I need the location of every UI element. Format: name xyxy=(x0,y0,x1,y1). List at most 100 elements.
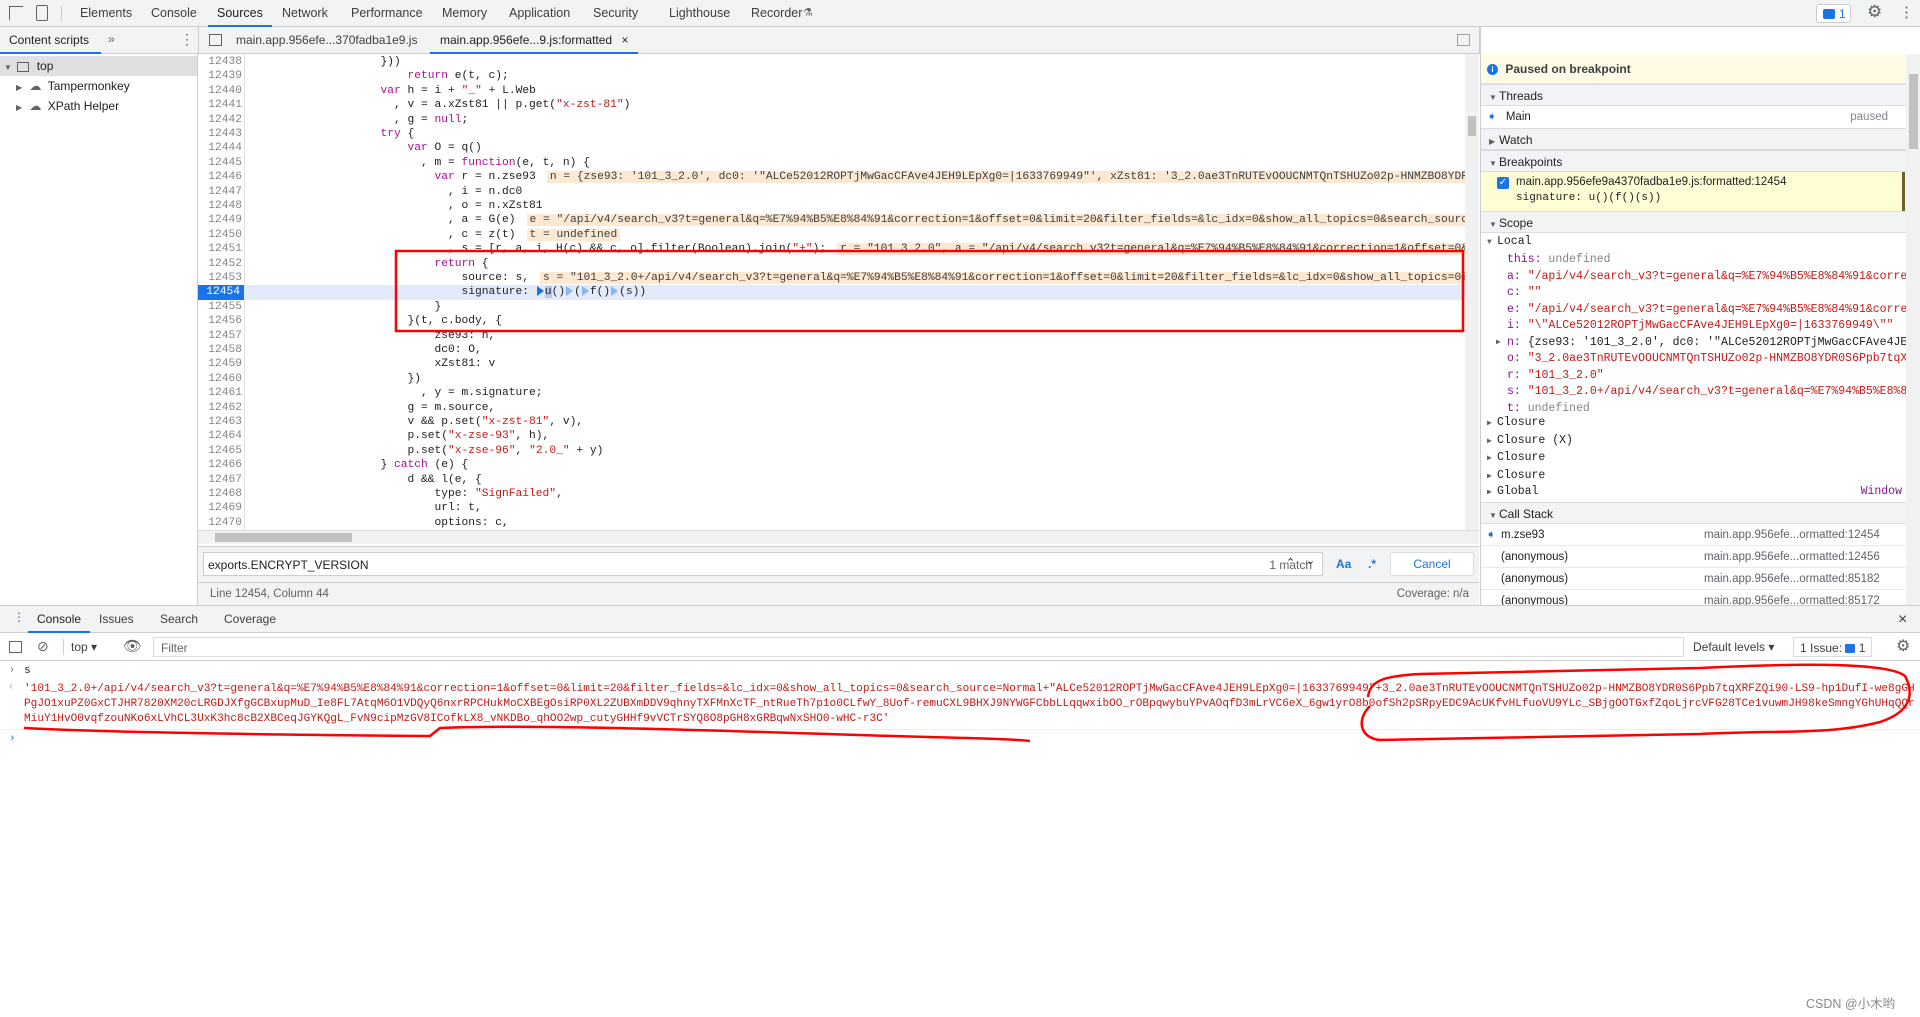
toggle-debugger-sidebar-icon[interactable] xyxy=(1457,34,1470,46)
console-output[interactable]: › s ‹ '101_3_2.0+/api/v4/search_v3?t=gen… xyxy=(0,661,1920,1017)
scrollbar-thumb[interactable] xyxy=(1468,116,1476,136)
line-number[interactable]: 12465 xyxy=(198,444,242,458)
issues-counter-button[interactable]: 1 xyxy=(1816,4,1851,23)
call-frame[interactable]: (anonymous) main.app.956efe...ormatted:85… xyxy=(1481,590,1906,605)
line-number[interactable]: 12461 xyxy=(198,386,242,400)
line-number[interactable]: 12444 xyxy=(198,141,242,155)
scope-closure[interactable]: ▶ Closure xyxy=(1481,414,1906,432)
next-match-icon[interactable]: ⌄ xyxy=(1306,554,1315,567)
thread-main[interactable]: ➧ Main paused xyxy=(1481,106,1906,128)
threads-section-header[interactable]: ▼ Threads xyxy=(1481,84,1906,106)
scope-section-header[interactable]: ▼ Scope xyxy=(1481,211,1906,233)
sidebar-scrollbar[interactable] xyxy=(1906,54,1920,605)
line-number[interactable]: 12453 xyxy=(198,271,242,285)
scope-variable[interactable]: i: "\"ALCe52012ROPTjMwGacCFAve4JEH9LEpXg… xyxy=(1481,317,1906,335)
context-selector[interactable]: top ▾ xyxy=(71,640,97,654)
inline-breakpoint-marker[interactable] xyxy=(536,286,544,297)
tab-recorder[interactable]: Recorder xyxy=(751,0,802,27)
match-case-toggle[interactable]: Aa xyxy=(1336,557,1351,571)
line-number[interactable]: 12451 xyxy=(198,242,242,256)
line-number[interactable]: 12469 xyxy=(198,501,242,515)
tab-elements[interactable]: Elements xyxy=(80,0,132,27)
line-number[interactable]: 12458 xyxy=(198,343,242,357)
tab-security[interactable]: Security xyxy=(593,0,638,27)
issues-button[interactable]: 1 Issue: 1 xyxy=(1793,637,1873,657)
scope-closure[interactable]: ▶ Closure (X) xyxy=(1481,432,1906,450)
line-number[interactable]: 12449 xyxy=(198,213,242,227)
live-expression-eye-icon[interactable]: 👁 xyxy=(123,637,142,655)
tab-memory[interactable]: Memory xyxy=(442,0,487,27)
console-prompt-icon[interactable]: › xyxy=(9,733,16,745)
tab-console[interactable]: Console xyxy=(151,0,197,27)
inline-breakpoint-marker[interactable] xyxy=(566,286,574,297)
line-number[interactable]: 12463 xyxy=(198,415,242,429)
tree-item-xpath-helper[interactable]: ▶ ☁ XPath Helper xyxy=(0,96,197,116)
frame-location[interactable]: main.app.956efe...ormatted:12454 xyxy=(1704,524,1880,545)
scope-variable[interactable]: a: "/api/v4/search_v3?t=general&q=%E7%94… xyxy=(1481,268,1906,286)
settings-gear-icon[interactable]: ⚙ xyxy=(1867,2,1882,22)
drawer-tab-search[interactable]: Search xyxy=(160,606,198,633)
scrollbar-thumb[interactable] xyxy=(1909,74,1918,149)
editor-vertical-scrollbar[interactable] xyxy=(1465,54,1479,530)
tree-item-tampermonkey[interactable]: ▶ ☁ Tampermonkey xyxy=(0,76,197,96)
line-number[interactable]: 12440 xyxy=(198,84,242,98)
tab-sources[interactable]: Sources xyxy=(208,0,272,27)
console-sidebar-toggle-icon[interactable] xyxy=(9,641,22,653)
scrollbar-thumb[interactable] xyxy=(215,533,352,542)
more-options-icon[interactable]: ⋮ xyxy=(1899,3,1914,21)
drawer-menu-icon[interactable]: ⋮ xyxy=(13,610,25,624)
drawer-tab-console[interactable]: Console xyxy=(28,606,91,633)
more-tabs-chevron-icon[interactable]: » xyxy=(108,32,115,46)
navigator-menu-icon[interactable]: ⋮ xyxy=(180,31,194,48)
scope-variable[interactable]: e: "/api/v4/search_v3?t=general&q=%E7%94… xyxy=(1481,301,1906,319)
close-tab-icon[interactable]: × xyxy=(621,33,628,47)
line-number[interactable]: 12460 xyxy=(198,372,242,386)
scope-variable[interactable]: o: "3_2.0ae3TnRUTEvOOUCNMTQnTSHUZo02p-HN… xyxy=(1481,350,1906,368)
scope-global[interactable]: ▶ Global Window xyxy=(1481,483,1906,501)
clear-console-icon[interactable]: ⊘ xyxy=(37,638,49,655)
file-tab-active[interactable]: main.app.956efe...9.js:formatted × xyxy=(430,27,639,54)
line-number[interactable]: 12446 xyxy=(198,170,242,184)
toggle-navigator-icon[interactable] xyxy=(209,34,222,46)
tab-network[interactable]: Network xyxy=(282,0,328,27)
tab-lighthouse[interactable]: Lighthouse xyxy=(669,0,730,27)
regex-toggle[interactable]: .* xyxy=(1368,557,1376,571)
scope-local[interactable]: ▼ Local xyxy=(1481,233,1906,251)
log-levels-dropdown[interactable]: Default levels ▾ xyxy=(1693,640,1774,654)
line-number[interactable]: 12457 xyxy=(198,329,242,343)
scope-closure[interactable]: ▶ Closure xyxy=(1481,449,1906,467)
file-tab[interactable]: main.app.956efe...370fadba1e9.js xyxy=(236,27,417,54)
line-number[interactable]: 12443 xyxy=(198,127,242,141)
line-number[interactable]: 12445 xyxy=(198,156,242,170)
inspect-element-icon[interactable] xyxy=(9,6,23,20)
drawer-tab-issues[interactable]: Issues xyxy=(99,606,134,633)
line-number[interactable]: 12439 xyxy=(198,69,242,83)
code-editor[interactable]: 12438 })) 12439 return e(t, c); 12440 var … xyxy=(198,54,1479,530)
editor-horizontal-scrollbar[interactable] xyxy=(198,530,1479,544)
line-number[interactable]: 12438 xyxy=(198,55,242,69)
find-input[interactable]: exports.ENCRYPT_VERSION 1 match xyxy=(203,552,1323,576)
breakpoints-section-header[interactable]: ▼ Breakpoints xyxy=(1481,150,1906,172)
previous-match-icon[interactable]: ⌃ xyxy=(1286,556,1295,569)
scope-variable[interactable]: this: undefined xyxy=(1481,251,1906,269)
line-number[interactable]: 12470 xyxy=(198,516,242,530)
line-number[interactable]: 12452 xyxy=(198,257,242,271)
line-number[interactable]: 12454 xyxy=(198,285,244,300)
line-number[interactable]: 12467 xyxy=(198,473,242,487)
console-filter-input[interactable]: Filter xyxy=(153,637,1684,657)
scope-variable[interactable]: c: "" xyxy=(1481,284,1906,302)
tree-item-top[interactable]: ▼ top xyxy=(0,56,197,76)
call-frame[interactable]: ➧ m.zse93 main.app.956efe...ormatted:12454 xyxy=(1481,524,1906,546)
frame-location[interactable]: main.app.956efe...ormatted:12456 xyxy=(1704,546,1880,567)
call-frame[interactable]: (anonymous) main.app.956efe...ormatted:12… xyxy=(1481,546,1906,568)
tab-content-scripts[interactable]: Content scripts xyxy=(0,27,101,54)
device-toolbar-icon[interactable] xyxy=(36,5,48,21)
breakpoint-checkbox[interactable]: ✓ xyxy=(1497,177,1509,189)
scope-variable[interactable]: s: "101_3_2.0+/api/v4/search_v3?t=genera… xyxy=(1481,383,1906,401)
close-drawer-icon[interactable]: × xyxy=(1898,606,1907,633)
console-settings-gear-icon[interactable]: ⚙ xyxy=(1896,636,1910,656)
line-number[interactable]: 12448 xyxy=(198,199,242,213)
call-frame[interactable]: (anonymous) main.app.956efe...ormatted:85… xyxy=(1481,568,1906,590)
scope-variable[interactable]: ▶ n: {zse93: '101_3_2.0', dc0: '"ALCe5201… xyxy=(1481,334,1906,352)
line-number[interactable]: 12459 xyxy=(198,357,242,371)
